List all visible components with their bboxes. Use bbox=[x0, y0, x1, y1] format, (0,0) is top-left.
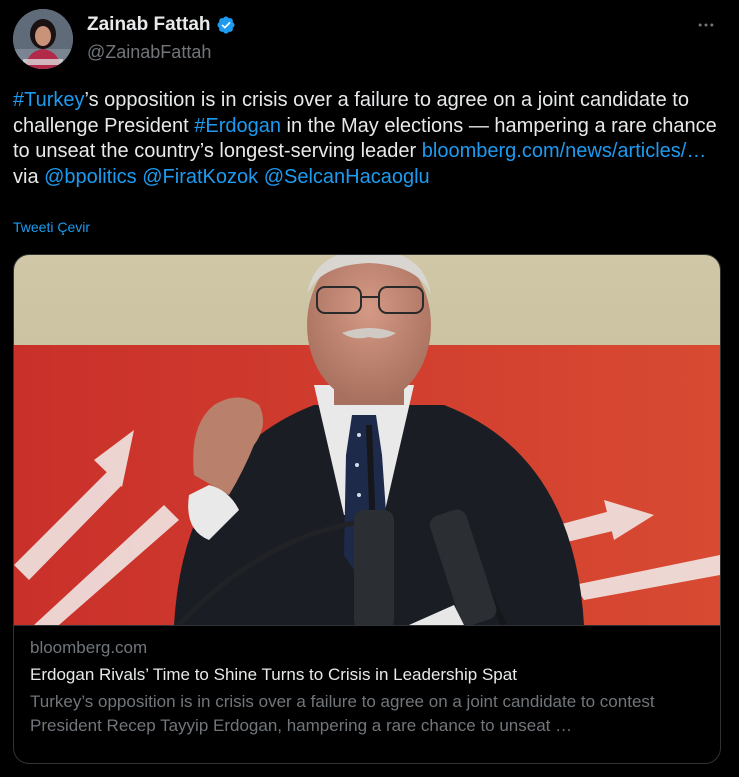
author-name-row[interactable]: Zainab Fattah bbox=[87, 13, 236, 37]
card-body: bloomberg.com Erdogan Rivals’ Time to Sh… bbox=[30, 636, 710, 738]
tweet-header: Zainab Fattah @ZainabFattah bbox=[13, 9, 726, 69]
link-card[interactable]: bloomberg.com Erdogan Rivals’ Time to Sh… bbox=[13, 254, 721, 764]
avatar[interactable] bbox=[13, 9, 73, 69]
tweet-text: #Turkey’s opposition is in crisis over a… bbox=[13, 88, 729, 190]
article-link[interactable]: bloomberg.com/news/articles/… bbox=[422, 140, 707, 162]
mention-selcanhacaoglu[interactable]: @SelcanHacaoglu bbox=[264, 166, 430, 188]
card-title[interactable]: Erdogan Rivals’ Time to Shine Turns to C… bbox=[30, 663, 710, 687]
card-domain: bloomberg.com bbox=[30, 638, 148, 657]
tweet: Zainab Fattah @ZainabFattah #Turkey’s op… bbox=[0, 0, 739, 777]
avatar-image bbox=[13, 9, 73, 69]
translate-tweet-link[interactable]: Tweeti Çevir bbox=[13, 219, 90, 235]
hashtag-erdogan[interactable]: #Erdogan bbox=[194, 115, 281, 137]
card-photo bbox=[14, 255, 720, 625]
author-display-name[interactable]: Zainab Fattah bbox=[87, 13, 211, 37]
card-description: Turkey’s opposition is in crisis over a … bbox=[30, 692, 655, 735]
more-horizontal-icon[interactable] bbox=[694, 13, 718, 37]
author-info: Zainab Fattah @ZainabFattah bbox=[87, 13, 236, 64]
card-image[interactable] bbox=[14, 255, 720, 626]
verified-badge-icon bbox=[216, 15, 236, 35]
via-text: via bbox=[13, 165, 45, 188]
mention-bpolitics[interactable]: @bpolitics bbox=[44, 166, 137, 188]
author-handle[interactable]: @ZainabFattah bbox=[87, 40, 236, 64]
hashtag-turkey[interactable]: #Turkey bbox=[13, 89, 85, 111]
mention-firatkozok[interactable]: @FiratKozok bbox=[142, 166, 258, 188]
